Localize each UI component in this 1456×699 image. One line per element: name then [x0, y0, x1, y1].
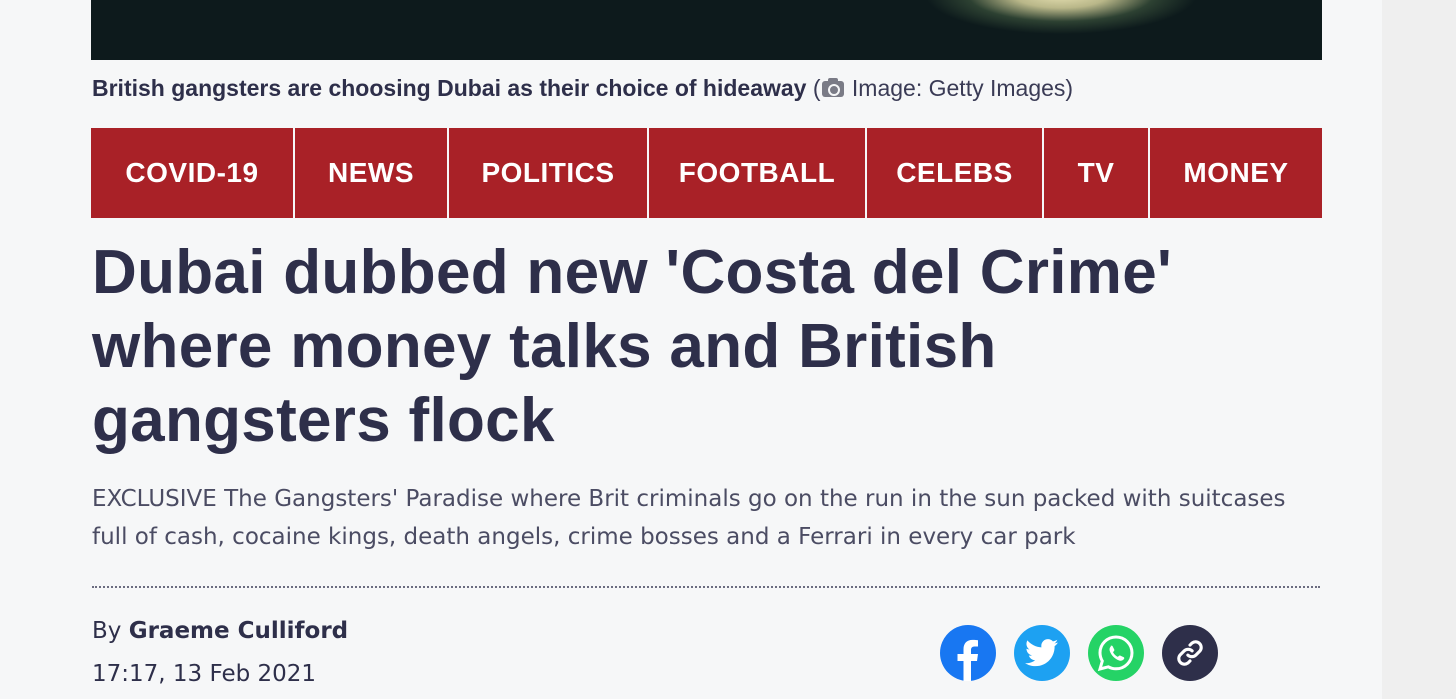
- nav-item-football[interactable]: FOOTBALL: [649, 128, 867, 218]
- dotted-divider: [92, 586, 1320, 588]
- author-link[interactable]: Graeme Culliford: [129, 618, 348, 644]
- nav-item-money[interactable]: MONEY: [1150, 128, 1322, 218]
- article-page: British gangsters are choosing Dubai as …: [0, 0, 1382, 699]
- twitter-icon: [1025, 639, 1059, 667]
- nav-item-news[interactable]: NEWS: [295, 128, 449, 218]
- share-whatsapp-button[interactable]: [1088, 625, 1144, 681]
- caption-credit-open: (: [806, 75, 821, 101]
- link-icon: [1177, 640, 1203, 666]
- share-facebook-button[interactable]: [940, 625, 996, 681]
- nav-item-tv[interactable]: TV: [1044, 128, 1150, 218]
- caption-credit: Image: Getty Images): [845, 75, 1074, 101]
- nav-item-celebs[interactable]: CELEBS: [867, 128, 1044, 218]
- nav-item-covid-19[interactable]: COVID-19: [91, 128, 295, 218]
- byline-prefix: By: [92, 618, 129, 644]
- page-gutter: [1382, 0, 1456, 699]
- image-caption: British gangsters are choosing Dubai as …: [92, 72, 1073, 104]
- hero-image: [91, 0, 1322, 60]
- camera-icon: [821, 78, 844, 97]
- article-headline: Dubai dubbed new 'Costa del Crime' where…: [92, 238, 1173, 455]
- nav-item-politics[interactable]: POLITICS: [449, 128, 649, 218]
- copy-link-button[interactable]: [1162, 625, 1218, 681]
- publish-timestamp: 17:17, 13 Feb 2021: [92, 661, 317, 687]
- facebook-icon: [957, 639, 978, 681]
- caption-text: British gangsters are choosing Dubai as …: [92, 75, 807, 101]
- whatsapp-icon: [1097, 635, 1134, 672]
- byline: By Graeme Culliford: [92, 615, 348, 647]
- section-nav: COVID-19 NEWS POLITICS FOOTBALL CELEBS T…: [91, 128, 1322, 218]
- share-twitter-button[interactable]: [1014, 625, 1070, 681]
- article-standfirst: EXCLUSIVE The Gangsters' Paradise where …: [92, 486, 1286, 550]
